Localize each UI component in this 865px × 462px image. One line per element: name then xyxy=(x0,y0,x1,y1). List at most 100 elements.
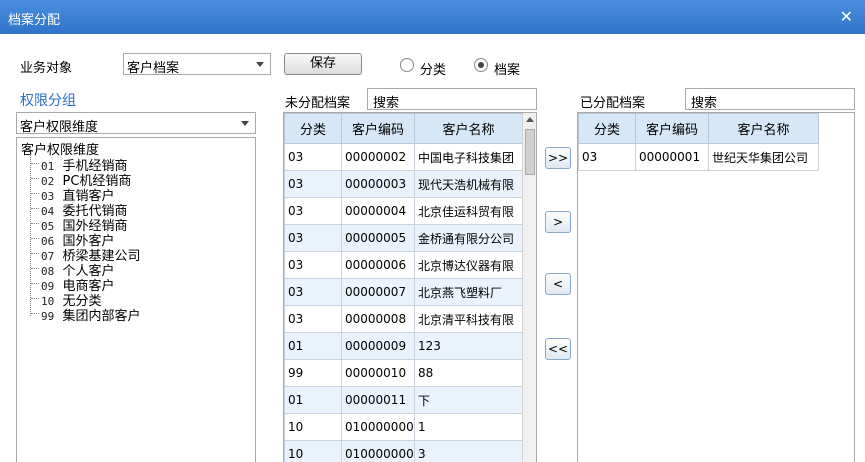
unassigned-scrollbar[interactable] xyxy=(522,113,536,462)
cell-code: 00000003 xyxy=(341,170,415,198)
window-title: 档案分配 xyxy=(8,13,61,28)
tree-connector xyxy=(31,253,39,254)
table-row[interactable]: 100100000001:1 xyxy=(284,413,523,441)
table-row[interactable]: 03 00000001 世纪天华集团公司 xyxy=(578,143,819,171)
cell-name: 北京燕飞塑料厂 xyxy=(414,278,523,306)
table-row[interactable]: 03 00000004 北京佳运科贸有限 xyxy=(284,197,523,225)
col-header-name[interactable]: 客户名称 xyxy=(708,113,819,144)
chevron-down-icon xyxy=(241,121,249,126)
business-object-value: 客户档案 xyxy=(127,61,180,76)
move-all-right-button[interactable]: >> xyxy=(545,147,571,169)
tree-connector xyxy=(31,313,39,314)
unassigned-grid[interactable]: 分类 客户编码 客户名称 03 00000002 中国电子科技集团 03 0000000… xyxy=(283,112,537,462)
cell-name: 世纪天华集团公司 xyxy=(708,143,819,171)
col-header-category[interactable]: 分类 xyxy=(284,113,342,144)
radio-category[interactable] xyxy=(400,58,414,72)
dimension-value: 客户权限维度 xyxy=(20,120,99,135)
cell-code: 00000007 xyxy=(341,278,415,306)
tree-connector xyxy=(31,193,39,194)
tree-connector xyxy=(31,238,39,239)
tree-connector xyxy=(31,268,39,269)
assigned-search-placeholder: 搜索 xyxy=(691,96,718,111)
cell-code: 00000004 xyxy=(341,197,415,225)
tree-item-code: 99 xyxy=(41,310,55,323)
cell-code: 0100000001: xyxy=(341,413,415,441)
close-icon[interactable]: ✕ xyxy=(840,7,853,26)
cell-code: 00000002 xyxy=(341,143,415,171)
cell-name: 下 xyxy=(414,386,523,414)
scroll-up-icon[interactable] xyxy=(526,117,534,122)
tree-connector xyxy=(31,163,39,164)
cell-name: 3 xyxy=(414,440,523,462)
move-all-left-button[interactable]: << xyxy=(545,338,571,360)
business-object-select[interactable]: 客户档案 xyxy=(123,53,271,76)
cell-category: 01 xyxy=(284,386,342,414)
cell-category: 03 xyxy=(578,143,636,171)
tree-item-gap xyxy=(54,309,62,324)
unassigned-title: 未分配档案 xyxy=(285,96,351,111)
permission-group-title: 权限分组 xyxy=(20,93,76,109)
cell-category: 03 xyxy=(284,197,342,225)
radio-archive-label: 档案 xyxy=(494,63,521,78)
tree-connector xyxy=(31,298,39,299)
table-row[interactable]: 03 00000005 金桥通有限分公司 xyxy=(284,224,523,252)
cell-name: 金桥通有限分公司 xyxy=(414,224,523,252)
cell-code: 00000009 xyxy=(341,332,415,360)
cell-category: 10 xyxy=(284,440,342,462)
table-row[interactable]: 99 00000010 88 xyxy=(284,359,523,387)
table-row[interactable]: 100100000001:3 xyxy=(284,440,523,462)
cell-category: 10 xyxy=(284,413,342,441)
cell-code: 00000006 xyxy=(341,251,415,279)
table-row[interactable]: 03 00000002 中国电子科技集团 xyxy=(284,143,523,171)
business-object-label: 业务对象 xyxy=(20,61,73,76)
assigned-search[interactable]: 搜索 xyxy=(685,88,855,111)
dimension-select[interactable]: 客户权限维度 xyxy=(16,112,256,135)
cell-code: 00000008 xyxy=(341,305,415,333)
cell-category: 03 xyxy=(284,170,342,198)
cell-name: 北京佳运科贸有限 xyxy=(414,197,523,225)
tree-item[interactable]: 99 集团内部客户 xyxy=(41,305,141,324)
chevron-down-icon xyxy=(256,62,264,67)
cell-category: 03 xyxy=(284,251,342,279)
table-row[interactable]: 03 00000007 北京燕飞塑料厂 xyxy=(284,278,523,306)
cell-code: 0100000001: xyxy=(341,440,415,462)
tree-connector xyxy=(31,283,39,284)
col-header-name[interactable]: 客户名称 xyxy=(414,113,523,144)
table-row[interactable]: 01 00000011 下 xyxy=(284,386,523,414)
cell-category: 03 xyxy=(284,278,342,306)
tree-item-label: 集团内部客户 xyxy=(62,309,141,324)
col-header-code[interactable]: 客户编码 xyxy=(341,113,415,144)
cell-category: 01 xyxy=(284,332,342,360)
title-bar: 档案分配 ✕ xyxy=(0,0,865,34)
cell-category: 03 xyxy=(284,143,342,171)
permission-tree[interactable]: 客户权限维度 01 手机经销商 02 PC机经销商 03 直销客户 04 委托代销商 0… xyxy=(16,137,256,462)
col-header-code[interactable]: 客户编码 xyxy=(635,113,709,144)
tree-connector xyxy=(31,208,39,209)
table-row[interactable]: 03 00000003 现代天浩机械有限 xyxy=(284,170,523,198)
scroll-thumb[interactable] xyxy=(525,129,535,175)
cell-category: 03 xyxy=(284,305,342,333)
tree-connector xyxy=(31,223,39,224)
unassigned-search[interactable]: 搜索 xyxy=(367,88,537,111)
radio-category-label: 分类 xyxy=(420,63,447,78)
cell-name: 现代天浩机械有限 xyxy=(414,170,523,198)
move-left-button[interactable]: < xyxy=(545,273,571,295)
cell-name: 88 xyxy=(414,359,523,387)
save-button[interactable]: 保存 xyxy=(284,53,362,75)
cell-category: 99 xyxy=(284,359,342,387)
move-right-button[interactable]: > xyxy=(545,211,571,233)
cell-code: 00000010 xyxy=(341,359,415,387)
cell-category: 03 xyxy=(284,224,342,252)
cell-code: 00000011 xyxy=(341,386,415,414)
assigned-grid[interactable]: 分类 客户编码 客户名称 03 00000001 世纪天华集团公司 xyxy=(577,112,855,462)
assigned-title: 已分配档案 xyxy=(580,96,646,111)
col-header-category[interactable]: 分类 xyxy=(578,113,636,144)
table-row[interactable]: 03 00000006 北京博达仪器有限 xyxy=(284,251,523,279)
table-row[interactable]: 01 00000009 123 xyxy=(284,332,523,360)
cell-name: 北京清平科技有限 xyxy=(414,305,523,333)
cell-name: 中国电子科技集团 xyxy=(414,143,523,171)
tree-connector xyxy=(31,178,39,179)
cell-name: 123 xyxy=(414,332,523,360)
radio-archive[interactable] xyxy=(474,58,488,72)
table-row[interactable]: 03 00000008 北京清平科技有限 xyxy=(284,305,523,333)
